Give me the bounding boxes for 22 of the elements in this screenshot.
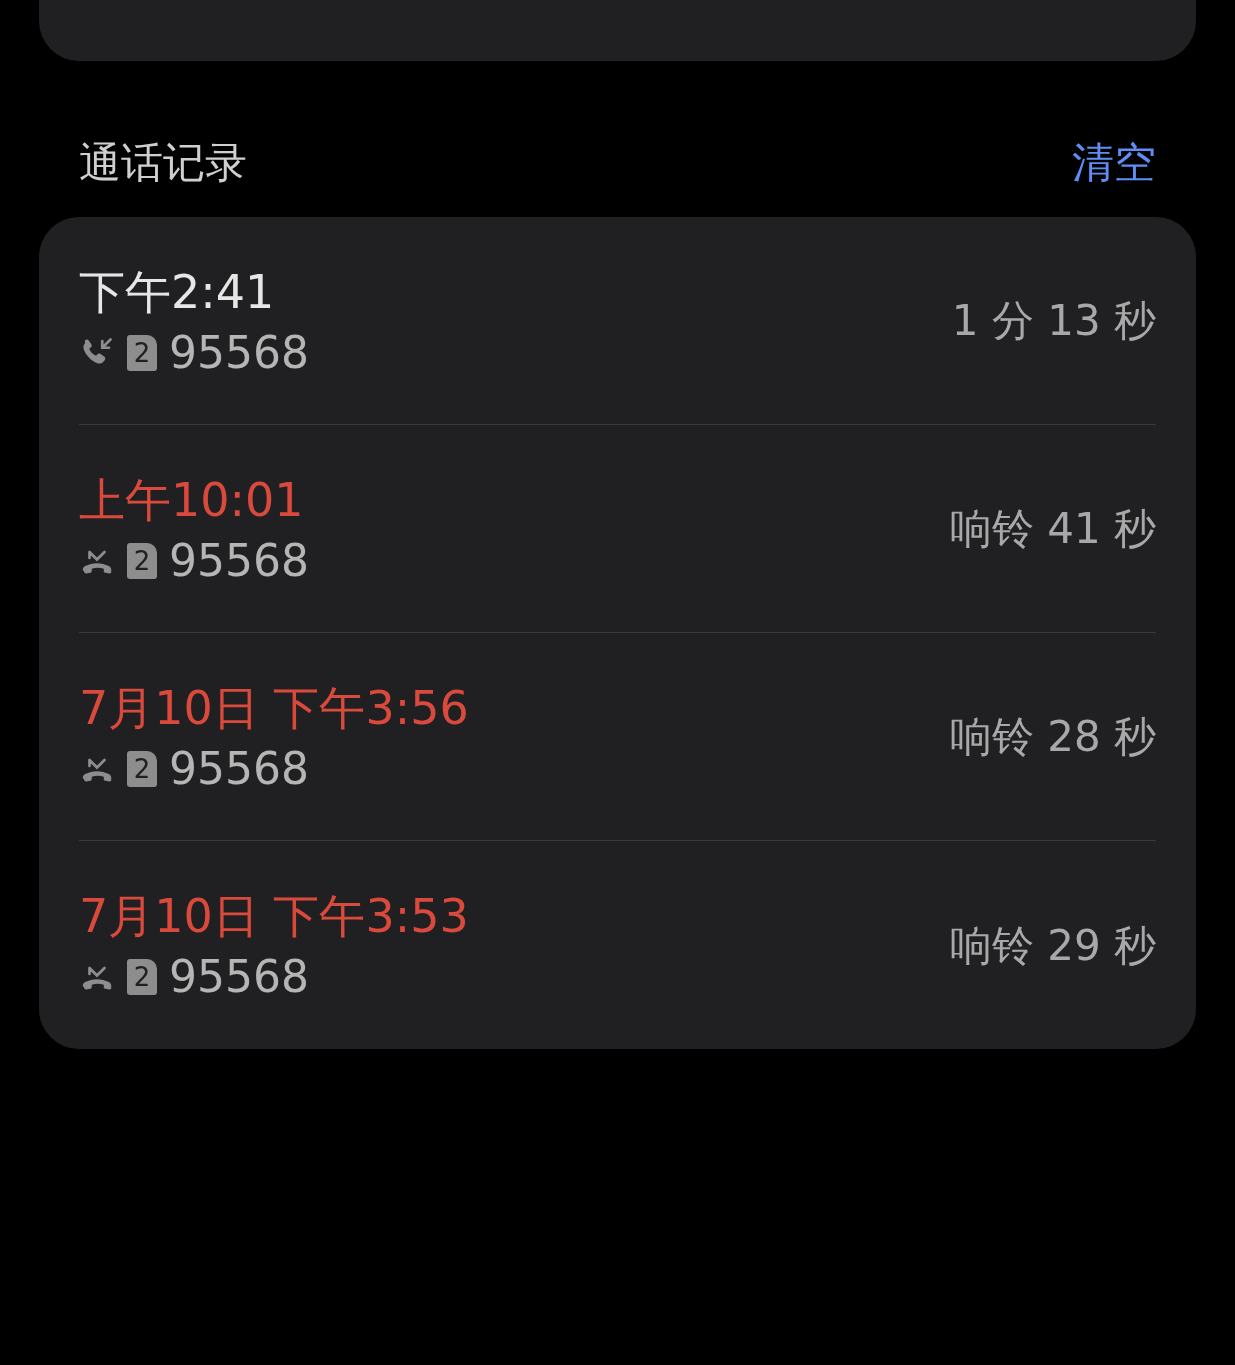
clear-button[interactable]: 清空: [1072, 130, 1156, 194]
call-time: 7月10日 下午3:53: [79, 888, 469, 945]
phone-number: 95568: [169, 534, 309, 587]
phone-number: 95568: [169, 951, 309, 1003]
sim-icon: 2: [127, 750, 157, 787]
sim-icon: 2: [127, 542, 157, 579]
call-time: 7月10日 下午3:56: [79, 679, 469, 737]
call-duration: 响铃 29 秒: [949, 919, 1156, 972]
call-log-item[interactable]: 7月10日 下午3:53 2 95568 响铃 29 秒: [79, 841, 1156, 1049]
call-log-item[interactable]: 7月10日 下午3:56 2 95568 响铃 28 秒: [79, 633, 1156, 841]
call-duration: 1 分 13 秒: [951, 295, 1156, 347]
call-duration: 响铃 41 秒: [949, 503, 1156, 555]
section-title: 通话记录: [79, 136, 247, 189]
sim-icon: 2: [127, 334, 157, 371]
sim-icon: 2: [127, 959, 157, 995]
call-time: 上午10:01: [79, 471, 305, 529]
call-log-item[interactable]: 上午10:01 2 95568 响铃 41 秒: [79, 425, 1156, 633]
phone-number: 95568: [169, 326, 309, 379]
phone-number: 95568: [169, 742, 309, 795]
call-log-item[interactable]: 下午2:41 2 95568 1 分 13 秒: [79, 217, 1156, 425]
call-duration: 响铃 28 秒: [949, 711, 1156, 763]
call-time: 下午2:41: [79, 263, 276, 321]
